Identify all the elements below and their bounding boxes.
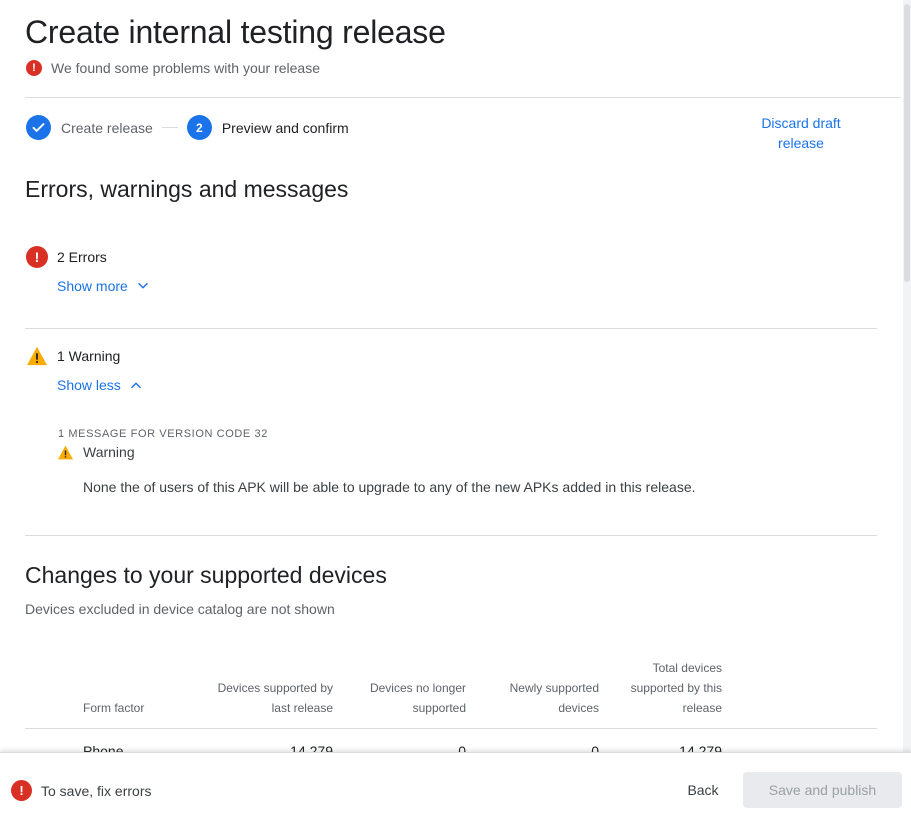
warnings-summary: 1 Warning bbox=[26, 346, 120, 366]
warning-icon bbox=[27, 346, 47, 366]
devices-table-header: Form factor Devices supported by last re… bbox=[25, 656, 877, 728]
page-title: Create internal testing release bbox=[25, 14, 446, 50]
back-button[interactable]: Back bbox=[671, 772, 735, 808]
column-header: Total devices supported by this release bbox=[630, 661, 722, 715]
step-create-release[interactable]: Create release bbox=[61, 120, 153, 136]
show-less-label: Show less bbox=[57, 377, 121, 393]
scrollbar[interactable] bbox=[903, 0, 911, 816]
errors-label: 2 Errors bbox=[57, 249, 107, 265]
error-icon: ! bbox=[26, 60, 42, 76]
devices-heading: Changes to your supported devices bbox=[25, 562, 387, 588]
chevron-down-icon bbox=[138, 282, 148, 289]
warning-icon bbox=[58, 445, 73, 459]
stepper: Create release 2 Preview and confirm bbox=[26, 115, 349, 140]
step-separator bbox=[161, 127, 178, 128]
error-icon: ! bbox=[11, 780, 32, 801]
show-more-errors-button[interactable]: Show more bbox=[57, 278, 150, 294]
scroll-thumb[interactable] bbox=[904, 4, 910, 282]
error-icon: ! bbox=[26, 246, 48, 268]
issues-heading: Errors, warnings and messages bbox=[25, 176, 349, 202]
column-header: Devices supported by last release bbox=[217, 681, 333, 715]
errors-summary: ! 2 Errors bbox=[26, 246, 107, 268]
show-more-label: Show more bbox=[57, 278, 128, 294]
chevron-up-icon bbox=[131, 382, 141, 389]
section-divider bbox=[25, 535, 877, 536]
save-hint: ! To save, fix errors bbox=[11, 780, 151, 801]
save-hint-text: To save, fix errors bbox=[41, 782, 152, 799]
column-header: Newly supported devices bbox=[509, 681, 599, 715]
message-body: None the of users of this APK will be ab… bbox=[83, 479, 696, 495]
action-bar: ! To save, fix errors Back Save and publ… bbox=[0, 752, 911, 816]
step-preview-confirm[interactable]: Preview and confirm bbox=[222, 120, 349, 136]
problem-text: We found some problems with your release bbox=[51, 60, 320, 76]
message-caption: 1 MESSAGE FOR VERSION CODE 32 bbox=[58, 428, 268, 440]
column-header: Devices no longer supported bbox=[369, 681, 466, 715]
check-icon bbox=[26, 115, 51, 140]
devices-subtext: Devices excluded in device catalog are n… bbox=[25, 601, 335, 617]
section-divider bbox=[25, 328, 877, 329]
release-page: Create internal testing release ! We fou… bbox=[0, 0, 911, 816]
message-title: Warning bbox=[83, 444, 135, 460]
message-warning-title: Warning bbox=[57, 444, 135, 460]
show-less-warnings-button[interactable]: Show less bbox=[57, 377, 143, 393]
table-divider bbox=[25, 728, 877, 729]
problem-banner: ! We found some problems with your relea… bbox=[26, 60, 320, 76]
column-header: Form factor bbox=[83, 701, 145, 715]
step-number-badge: 2 bbox=[186, 115, 212, 140]
save-and-publish-button[interactable]: Save and publish bbox=[743, 772, 902, 808]
discard-draft-link[interactable]: Discard draft release bbox=[745, 113, 857, 153]
header-divider bbox=[25, 97, 901, 98]
warnings-label: 1 Warning bbox=[57, 348, 121, 364]
